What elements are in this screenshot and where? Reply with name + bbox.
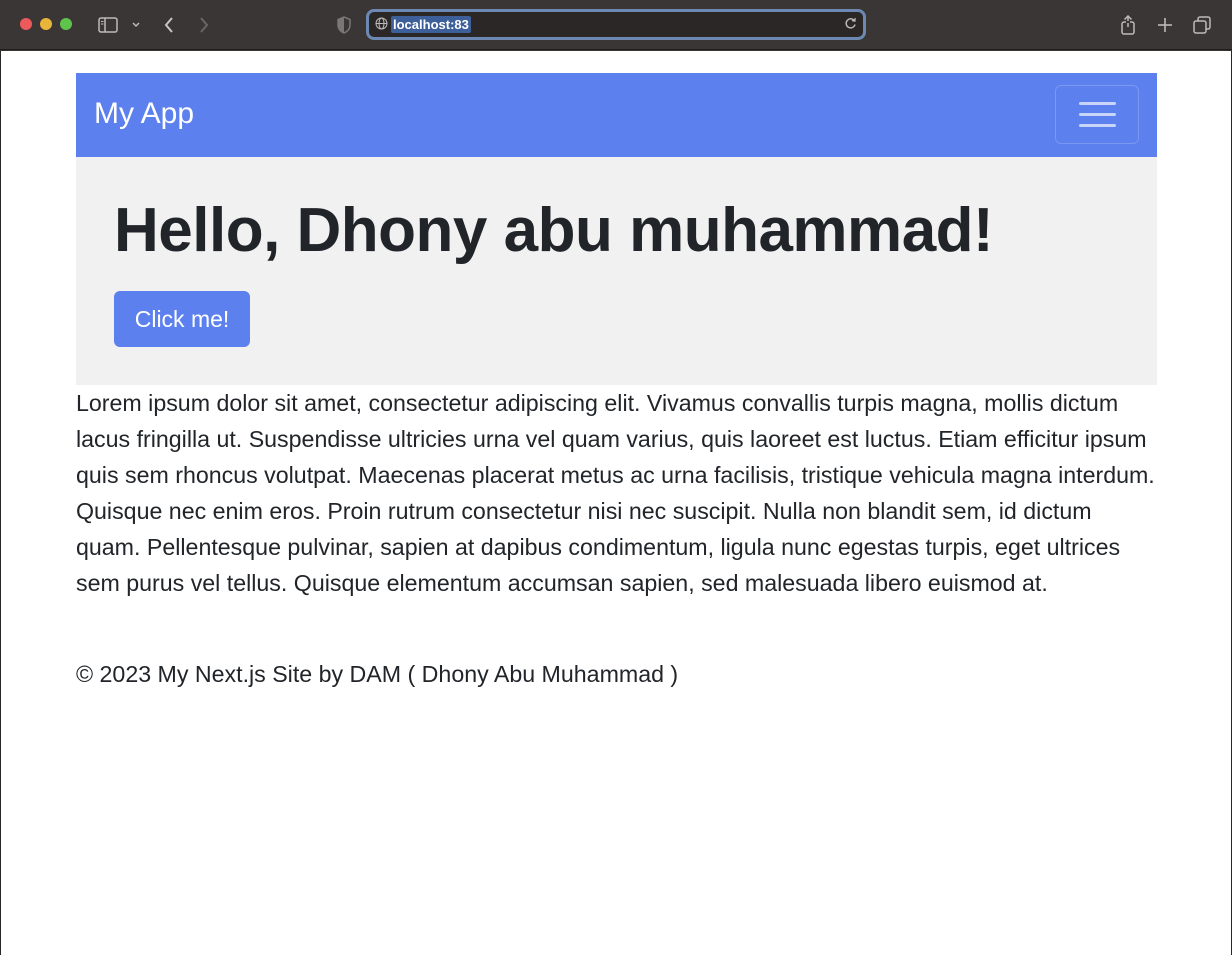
shield-icon[interactable] xyxy=(332,13,356,37)
tabs-overview-icon[interactable] xyxy=(1190,13,1214,37)
forward-icon[interactable] xyxy=(192,13,216,37)
url-text[interactable]: localhost:83 xyxy=(391,16,471,33)
click-me-button[interactable]: Click me! xyxy=(114,291,250,347)
new-tab-icon[interactable] xyxy=(1153,13,1177,37)
reload-icon[interactable] xyxy=(844,17,857,35)
navbar: My App xyxy=(76,73,1157,157)
hero-heading: Hello, Dhony abu muhammad! xyxy=(114,196,994,265)
footer-text: © 2023 My Next.js Site by DAM ( Dhony Ab… xyxy=(76,661,679,687)
page-viewport: My App Hello, Dhony abu muhammad! Click … xyxy=(0,51,1232,955)
navbar-brand[interactable]: My App xyxy=(94,97,194,131)
share-icon[interactable] xyxy=(1116,13,1140,37)
close-window-button[interactable] xyxy=(20,18,32,30)
globe-icon xyxy=(375,17,388,35)
address-bar[interactable]: localhost:83 xyxy=(366,9,866,40)
body-paragraph: Lorem ipsum dolor sit amet, consectetur … xyxy=(76,390,1155,596)
back-icon[interactable] xyxy=(157,13,181,37)
chevron-down-icon[interactable] xyxy=(124,13,148,37)
hamburger-menu-icon[interactable] xyxy=(1055,85,1139,144)
sidebar-icon[interactable] xyxy=(96,13,120,37)
zoom-window-button[interactable] xyxy=(60,18,72,30)
browser-toolbar: localhost:83 xyxy=(0,0,1232,50)
hero-section: Hello, Dhony abu muhammad! Click me! xyxy=(76,157,1157,385)
minimize-window-button[interactable] xyxy=(40,18,52,30)
